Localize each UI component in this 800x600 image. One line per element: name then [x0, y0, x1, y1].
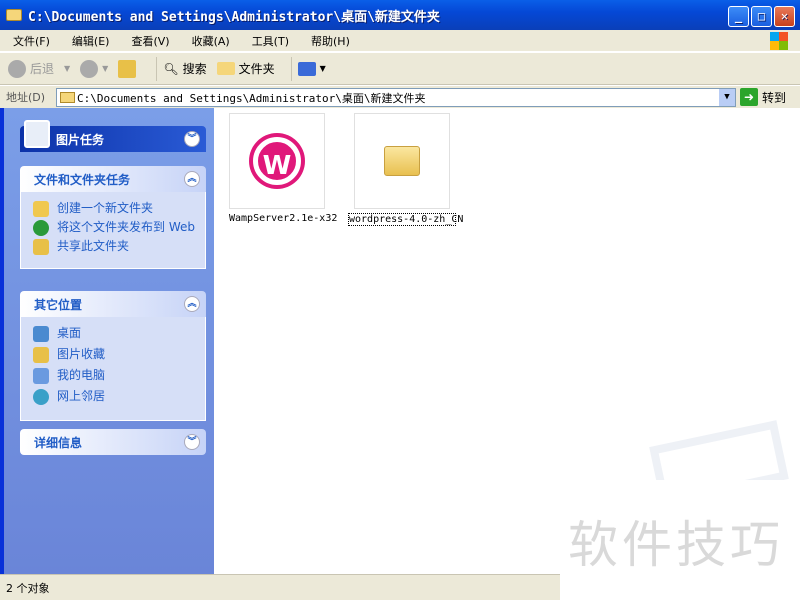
- folder-icon: [60, 92, 75, 103]
- menu-tools[interactable]: 工具(T): [239, 33, 298, 49]
- wampserver-icon: W: [253, 137, 301, 185]
- collapse-icon[interactable]: ︽: [184, 296, 200, 312]
- collapse-icon[interactable]: ︽: [184, 171, 200, 187]
- file-tasks-header[interactable]: 文件和文件夹任务 ︽: [20, 166, 206, 192]
- forward-button[interactable]: ▼: [80, 59, 108, 78]
- file-thumbnail: W: [229, 113, 325, 209]
- views-icon: [297, 61, 316, 76]
- menu-file[interactable]: 文件(F): [0, 33, 59, 49]
- status-text: 2 个对象: [6, 582, 50, 595]
- back-arrow-icon: [8, 59, 26, 78]
- forward-arrow-icon: [80, 59, 99, 78]
- address-bar: 地址(D) C:\Documents and Settings\Administ…: [0, 86, 800, 108]
- watermark-text: 软件技巧: [568, 516, 784, 574]
- task-pane: 图片任务 ︾ 文件和文件夹任务 ︽ 创建一个新文件夹 将这个文件夹发布到 Web …: [0, 108, 214, 574]
- search-button[interactable]: 🔍︎ 搜索: [163, 60, 206, 77]
- menu-edit[interactable]: 编辑(E): [59, 33, 119, 49]
- new-folder-icon: [33, 201, 49, 217]
- address-label: 地址(D): [6, 91, 46, 104]
- search-icon: 🔍︎: [163, 61, 179, 76]
- file-name: WampServer2.1e-x32: [229, 213, 338, 224]
- network-places-link[interactable]: 网上邻居: [33, 389, 195, 405]
- new-folder-link[interactable]: 创建一个新文件夹: [33, 201, 195, 217]
- share-folder-link[interactable]: 共享此文件夹: [33, 239, 195, 255]
- picture-icon: [24, 120, 50, 148]
- go-arrow-icon: ➜: [740, 88, 758, 106]
- up-button[interactable]: [118, 59, 140, 78]
- maximize-button[interactable]: □: [751, 6, 772, 27]
- title-bar: C:\Documents and Settings\Administrator\…: [0, 0, 800, 30]
- folder-icon: [6, 9, 22, 21]
- folders-button[interactable]: 文件夹: [216, 60, 275, 77]
- address-input[interactable]: C:\Documents and Settings\Administrator\…: [56, 88, 736, 107]
- folder-thumbnail: [354, 113, 450, 209]
- status-bar: 2 个对象: [0, 574, 560, 600]
- expand-icon[interactable]: ︾: [184, 131, 200, 147]
- folder-name: wordpress-4.0-zh_CN: [348, 213, 464, 226]
- my-computer-link[interactable]: 我的电脑: [33, 368, 195, 384]
- other-places-panel: 其它位置 ︽ 桌面 图片收藏 我的电脑 网上邻居: [20, 291, 206, 421]
- file-item[interactable]: W WampServer2.1e-x32: [229, 113, 338, 224]
- menu-bar: 文件(F) 编辑(E) 查看(V) 收藏(A) 工具(T) 帮助(H): [0, 30, 800, 52]
- go-button[interactable]: ➜ 转到: [740, 88, 786, 106]
- folder-icon: [216, 62, 235, 75]
- folder-up-icon: [118, 59, 137, 78]
- share-folder-icon: [33, 239, 49, 255]
- desktop-icon: [33, 326, 49, 342]
- minimize-button[interactable]: _: [728, 6, 749, 27]
- folder-icon: [384, 146, 420, 176]
- file-tasks-panel: 文件和文件夹任务 ︽ 创建一个新文件夹 将这个文件夹发布到 Web 共享此文件夹: [20, 166, 206, 269]
- address-dropdown[interactable]: ▼: [719, 89, 735, 106]
- back-button[interactable]: 后退 ▼: [8, 59, 70, 78]
- menu-help[interactable]: 帮助(H): [298, 33, 359, 49]
- toolbar: 后退 ▼ ▼ 🔍︎ 搜索 文件夹 ▼: [0, 53, 800, 85]
- toolbar-separator: [156, 56, 158, 81]
- publish-web-link[interactable]: 将这个文件夹发布到 Web: [33, 220, 195, 236]
- windows-logo-icon: [770, 32, 788, 50]
- details-header[interactable]: 详细信息 ︾: [20, 429, 206, 455]
- folder-item[interactable]: wordpress-4.0-zh_CN: [348, 113, 463, 226]
- my-pictures-icon: [33, 347, 49, 363]
- toolbar-separator: [290, 56, 292, 81]
- desktop-link[interactable]: 桌面: [33, 326, 195, 342]
- my-pictures-link[interactable]: 图片收藏: [33, 347, 195, 363]
- expand-icon[interactable]: ︾: [184, 434, 200, 450]
- picture-tasks-header[interactable]: 图片任务 ︾: [20, 120, 206, 152]
- other-places-header[interactable]: 其它位置 ︽: [20, 291, 206, 317]
- views-button[interactable]: ▼: [297, 61, 326, 76]
- close-button[interactable]: ✕: [774, 6, 795, 27]
- menu-favorites[interactable]: 收藏(A): [179, 33, 239, 49]
- details-panel: 详细信息 ︾: [20, 429, 206, 455]
- window-title: C:\Documents and Settings\Administrator\…: [28, 9, 440, 25]
- publish-web-icon: [33, 220, 49, 236]
- my-computer-icon: [33, 368, 49, 384]
- picture-tasks-panel: 图片任务 ︾: [20, 120, 206, 152]
- menu-view[interactable]: 查看(V): [118, 33, 178, 49]
- network-icon: [33, 389, 49, 405]
